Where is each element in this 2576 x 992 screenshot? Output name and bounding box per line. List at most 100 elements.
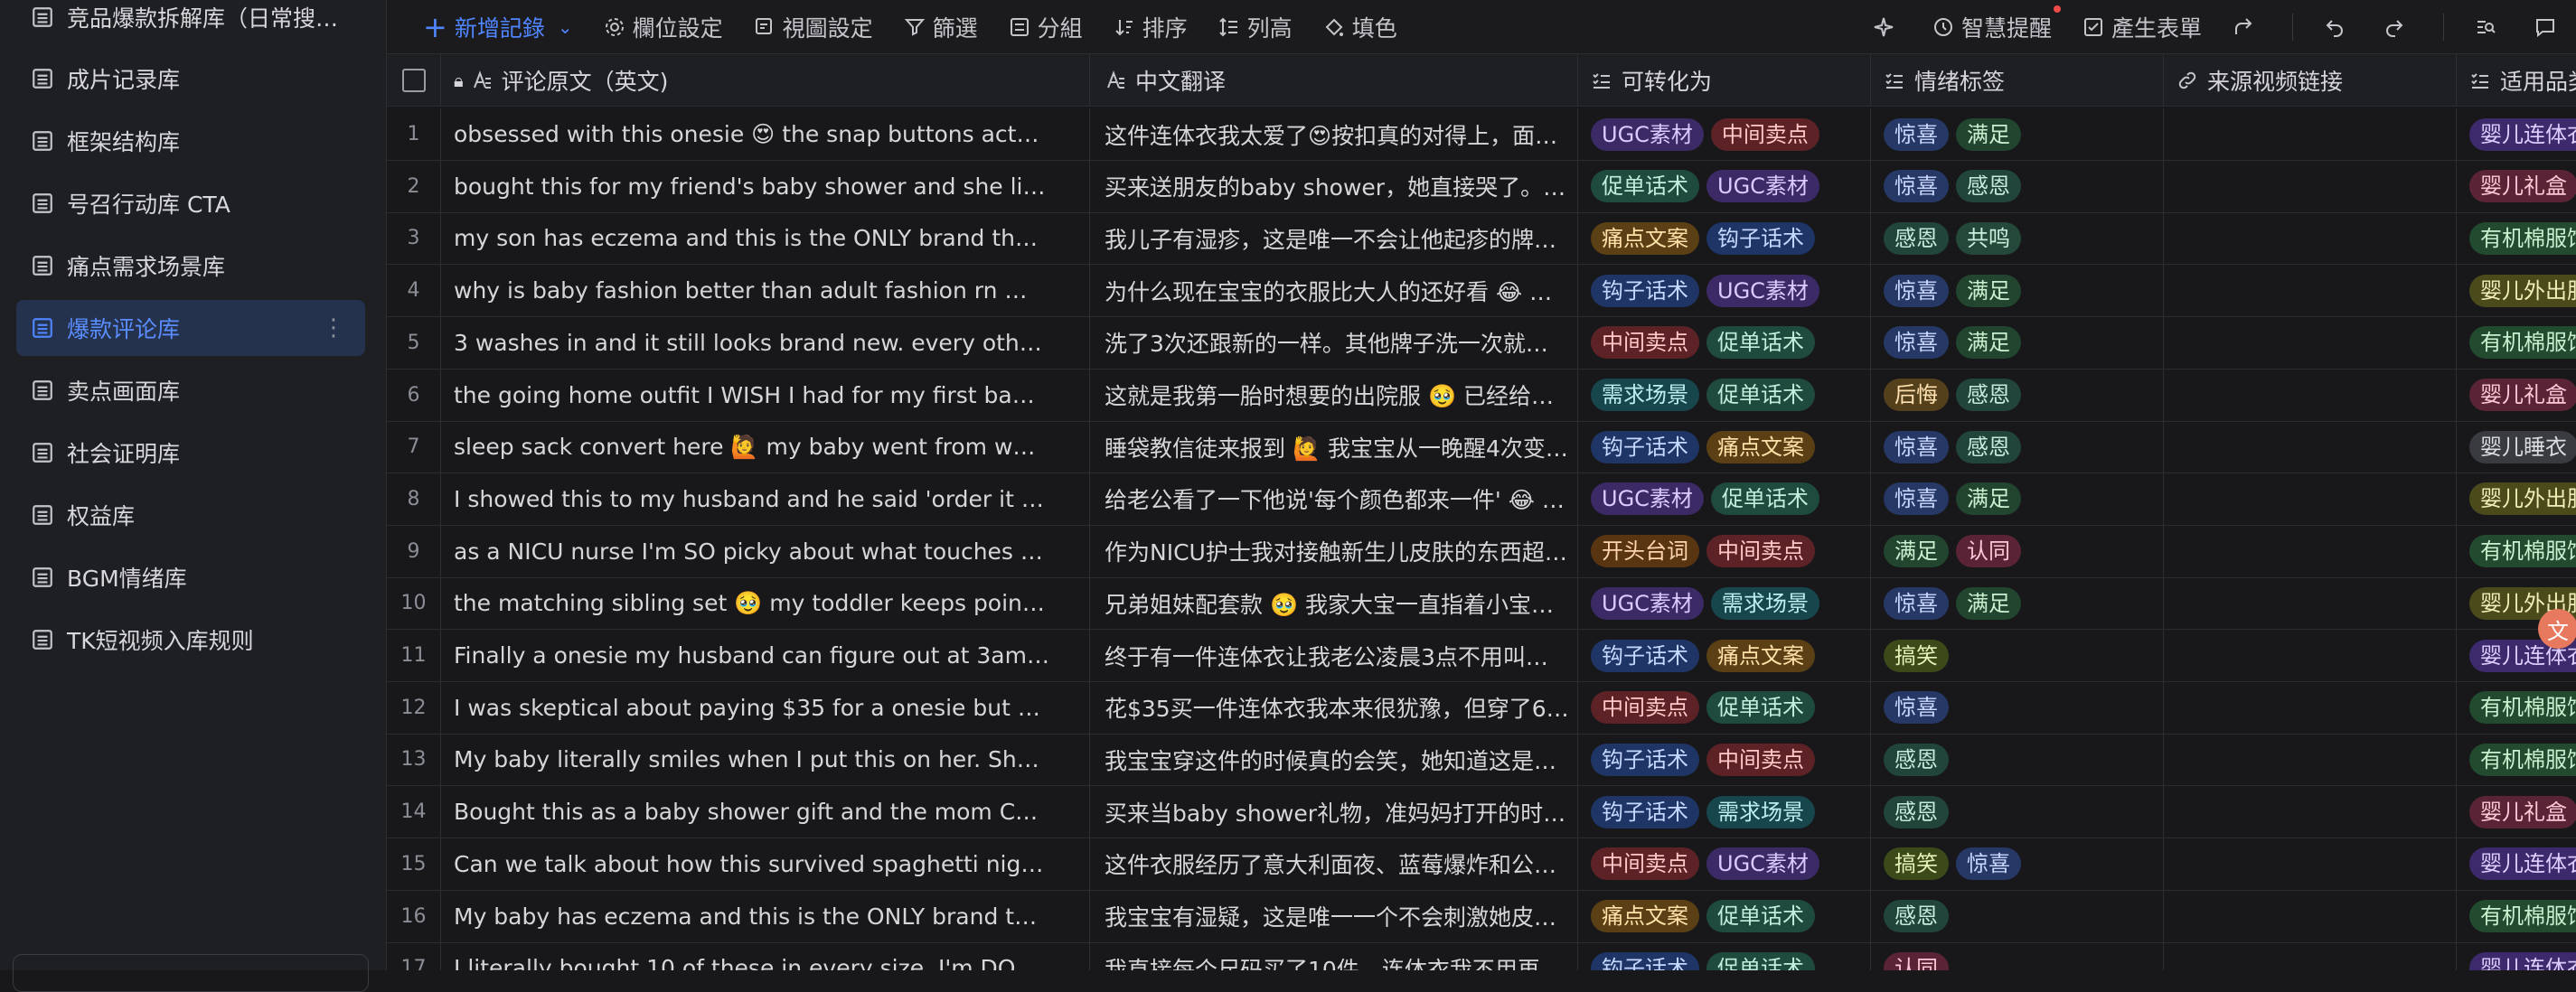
cell-convertible[interactable]: 钩子话术 UGC素材 — [1578, 265, 1871, 318]
sidebar-item-selling-point-visuals[interactable]: 卖点画面库 — [16, 362, 365, 418]
sidebar-bottom-panel[interactable] — [13, 954, 369, 992]
table-row[interactable]: 1 obsessed with this onesie 😍 the snap bu… — [387, 108, 2576, 161]
cell-emotion-tags[interactable]: 惊喜 满足 — [1871, 473, 2164, 526]
cell-category[interactable]: 有机棉服饰 — [2457, 212, 2576, 266]
table-row[interactable]: 4 why is baby fashion better than adult f… — [387, 265, 2576, 318]
cell-comment-en[interactable]: obsessed with this onesie 😍 the snap but… — [441, 108, 1090, 161]
cell-convertible[interactable]: 钩子话术 需求场景 — [1578, 786, 1871, 839]
cell-comment-en[interactable]: sleep sack convert here 🙋 my baby went f… — [441, 421, 1090, 474]
sidebar-item-competitor-breakdown[interactable]: 竞品爆款拆解库（日常搜… — [16, 0, 365, 45]
cell-category[interactable]: 婴儿睡衣 — [2457, 421, 2576, 474]
filter-button[interactable]: 篩選 — [904, 11, 978, 43]
cell-source-link[interactable] — [2164, 630, 2457, 682]
cell-source-link[interactable] — [2164, 890, 2457, 943]
cell-convertible[interactable]: 痛点文案 促单话术 — [1578, 890, 1871, 943]
cell-translation-zh[interactable]: 买来送朋友的baby shower，她直接哭了。… — [1090, 160, 1578, 213]
cell-emotion-tags[interactable]: 搞笑 惊喜 — [1871, 838, 2164, 891]
cell-convertible[interactable]: 痛点文案 钩子话术 — [1578, 212, 1871, 266]
cell-category[interactable]: 婴儿连体衣 — [2457, 108, 2576, 161]
group-button[interactable]: 分組 — [1009, 11, 1083, 43]
cell-source-link[interactable] — [2164, 316, 2457, 370]
cell-comment-en[interactable]: why is baby fashion better than adult fa… — [441, 265, 1090, 318]
column-header-link[interactable]: 来源视频链接 — [2164, 54, 2457, 107]
fill-color-button[interactable]: 填色 — [1323, 11, 1397, 43]
cell-category[interactable]: 婴儿礼盒 — [2457, 161, 2576, 213]
cell-source-link[interactable] — [2164, 108, 2457, 161]
table-row[interactable]: 6 the going home outfit I WISH I had for … — [387, 369, 2576, 422]
cell-translation-zh[interactable]: 作为NICU护士我对接触新生儿皮肤的东西超… — [1090, 525, 1578, 578]
table-row[interactable]: 12 I was skeptical about paying $35 for a… — [387, 681, 2576, 735]
chevron-down-icon[interactable]: ⌄ — [558, 16, 573, 38]
cell-category[interactable]: 有机棉服饰 — [2457, 682, 2576, 735]
cell-emotion-tags[interactable]: 惊喜 — [1871, 681, 2164, 735]
cell-comment-en[interactable]: bought this for my friend's baby shower … — [441, 160, 1090, 213]
cell-category[interactable]: 婴儿连体衣 — [2457, 838, 2576, 891]
cell-source-link[interactable] — [2164, 160, 2457, 213]
column-header-en[interactable]: 🔒︎ 评论原文（英文) — [441, 54, 1090, 107]
cell-translation-zh[interactable]: 买来当baby shower礼物，准妈妈打开的时… — [1090, 786, 1578, 839]
cell-emotion-tags[interactable]: 满足 认同 — [1871, 525, 2164, 578]
cell-source-link[interactable] — [2164, 265, 2457, 318]
cell-translation-zh[interactable]: 我直接每个尺码买了10件，连体衣我不用再… — [1090, 942, 1578, 970]
generate-form-button[interactable]: 產生表單 — [2082, 11, 2202, 43]
table-row[interactable]: 11 Finally a onesie my husband can figure… — [387, 630, 2576, 682]
cell-translation-zh[interactable]: 终于有一件连体衣让我老公凌晨3点不用叫… — [1090, 630, 1578, 682]
cell-translation-zh[interactable]: 这就是我第一胎时想要的出院服 🥹 已经给… — [1090, 369, 1578, 422]
row-height-button[interactable]: 列高 — [1218, 11, 1293, 43]
cell-convertible[interactable]: UGC素材 需求场景 — [1578, 577, 1871, 631]
cell-emotion-tags[interactable]: 后悔 感恩 — [1871, 369, 2164, 422]
table-row[interactable]: 7 sleep sack convert here 🙋 my baby went … — [387, 421, 2576, 474]
cell-source-link[interactable] — [2164, 369, 2457, 422]
sidebar-item-pain-point-scenes[interactable]: 痛点需求场景库 — [16, 238, 365, 294]
cell-convertible[interactable]: 钩子话术 中间卖点 — [1578, 734, 1871, 787]
cell-emotion-tags[interactable]: 搞笑 — [1871, 630, 2164, 682]
cell-convertible[interactable]: 促单话术 UGC素材 — [1578, 160, 1871, 213]
cell-convertible[interactable]: 开头台词 中间卖点 — [1578, 525, 1871, 578]
cell-source-link[interactable] — [2164, 525, 2457, 578]
cell-comment-en[interactable]: as a NICU nurse I'm SO picky about what … — [441, 525, 1090, 578]
cell-source-link[interactable] — [2164, 577, 2457, 631]
cell-translation-zh[interactable]: 为什么现在宝宝的衣服比大人的还好看 😂 … — [1090, 265, 1578, 318]
cell-convertible[interactable]: UGC素材 中间卖点 — [1578, 108, 1871, 161]
cell-translation-zh[interactable]: 我宝宝穿这件的时候真的会笑，她知道这是… — [1090, 734, 1578, 787]
column-header-conv[interactable]: 可转化为 — [1578, 54, 1871, 107]
cell-emotion-tags[interactable]: 惊喜 满足 — [1871, 265, 2164, 318]
cell-category[interactable]: 有机棉服饰 — [2457, 734, 2576, 787]
cell-comment-en[interactable]: my son has eczema and this is the ONLY b… — [441, 212, 1090, 266]
cell-emotion-tags[interactable]: 感恩 — [1871, 890, 2164, 943]
sidebar-item-cta[interactable]: 号召行动库 CTA — [16, 175, 365, 231]
comments-button[interactable] — [2534, 16, 2563, 38]
table-row[interactable]: 10 the matching sibling set 🥹 my toddler … — [387, 577, 2576, 631]
select-all-checkbox[interactable] — [401, 68, 426, 92]
cell-category[interactable]: 有机棉服饰 — [2457, 526, 2576, 578]
column-header-emo[interactable]: 情绪标签 — [1871, 54, 2164, 107]
cell-emotion-tags[interactable]: 惊喜 感恩 — [1871, 160, 2164, 213]
undo-button[interactable] — [2324, 16, 2353, 38]
cell-source-link[interactable] — [2164, 681, 2457, 735]
cell-category[interactable]: 婴儿礼盒 — [2457, 370, 2576, 422]
cell-category[interactable]: 有机棉服饰 — [2457, 317, 2576, 370]
table-row[interactable]: 13 My baby literally smiles when I put th… — [387, 734, 2576, 787]
cell-comment-en[interactable]: I literally bought 10 of these in every … — [441, 942, 1090, 970]
cell-convertible[interactable]: 中间卖点 促单话术 — [1578, 316, 1871, 370]
cell-comment-en[interactable]: the going home outfit I WISH I had for m… — [441, 369, 1090, 422]
cell-comment-en[interactable]: Can we talk about how this survived spag… — [441, 838, 1090, 891]
smart-reminder-button[interactable]: 智慧提醒 — [1932, 5, 2061, 43]
sort-button[interactable]: 排序 — [1114, 11, 1188, 43]
table-row[interactable]: 14 Bought this as a baby shower gift and … — [387, 786, 2576, 839]
cell-translation-zh[interactable]: 我儿子有湿疹，这是唯一不会让他起疹的牌… — [1090, 212, 1578, 266]
table-row[interactable]: 8 I showed this to my husband and he said… — [387, 473, 2576, 526]
view-settings-button[interactable]: 視圖設定 — [754, 11, 873, 43]
cell-convertible[interactable]: UGC素材 促单话术 — [1578, 473, 1871, 526]
sidebar-item-tk-rules[interactable]: TK短视频入库规则 — [16, 612, 365, 668]
cell-emotion-tags[interactable]: 感恩 — [1871, 786, 2164, 839]
cell-source-link[interactable] — [2164, 942, 2457, 970]
cell-source-link[interactable] — [2164, 212, 2457, 266]
sidebar-item-social-proof[interactable]: 社会证明库 — [16, 425, 365, 481]
table-row[interactable]: 17 I literally bought 10 of these in ever… — [387, 942, 2576, 970]
sidebar-item-framework-structure[interactable]: 框架结构库 — [16, 113, 365, 169]
search-button[interactable] — [2475, 16, 2504, 38]
cell-emotion-tags[interactable]: 惊喜 满足 — [1871, 316, 2164, 370]
cell-comment-en[interactable]: My baby literally smiles when I put this… — [441, 734, 1090, 787]
cell-convertible[interactable]: 需求场景 促单话术 — [1578, 369, 1871, 422]
